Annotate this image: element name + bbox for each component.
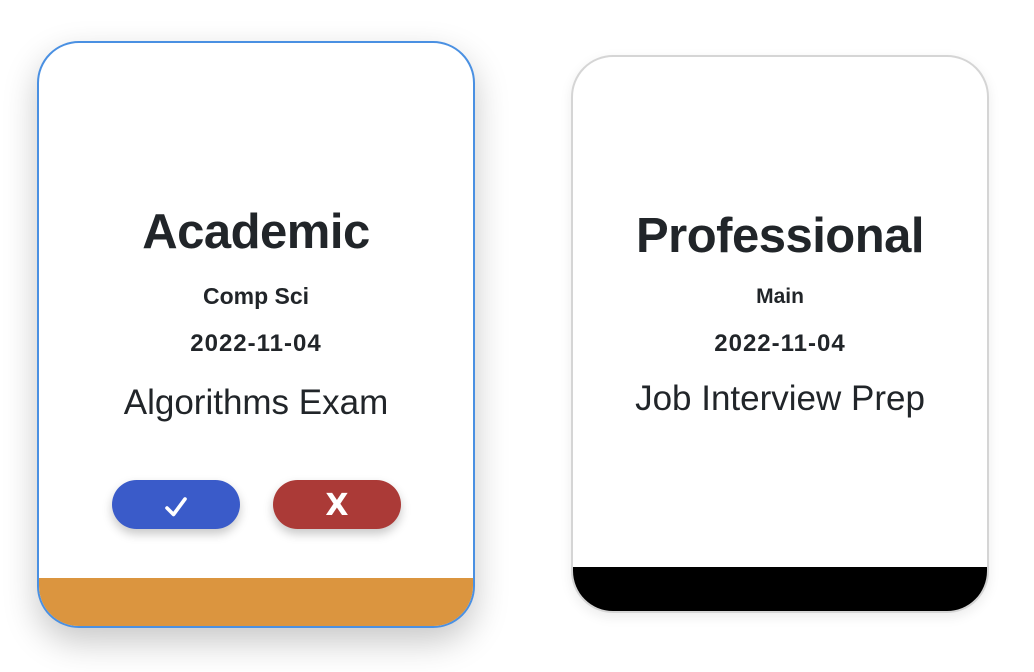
card-title: Job Interview Prep [635,379,925,418]
card-subcategory: Comp Sci [202,283,310,309]
card-content: Academic Comp Sci 2022-11-04 Algorithms … [39,203,473,425]
card-actions: X [39,480,473,530]
card-content: Professional Main 2022-11-04 Job Intervi… [573,207,987,421]
reject-button[interactable]: X [273,480,401,529]
checkmark-icon [164,488,188,523]
card-subcategory: Main [756,285,804,308]
task-card-professional[interactable]: Professional Main 2022-11-04 Job Intervi… [571,55,989,613]
card-title: Algorithms Exam [123,383,389,422]
card-color-bar [39,578,473,626]
card-category: Professional [635,209,925,263]
card-category: Academic [142,205,370,259]
card-date: 2022-11-04 [190,330,322,357]
card-color-bar [573,567,987,611]
task-card-academic[interactable]: Academic Comp Sci 2022-11-04 Algorithms … [37,41,475,628]
card-date: 2022-11-04 [714,330,846,357]
confirm-button[interactable] [112,480,240,529]
